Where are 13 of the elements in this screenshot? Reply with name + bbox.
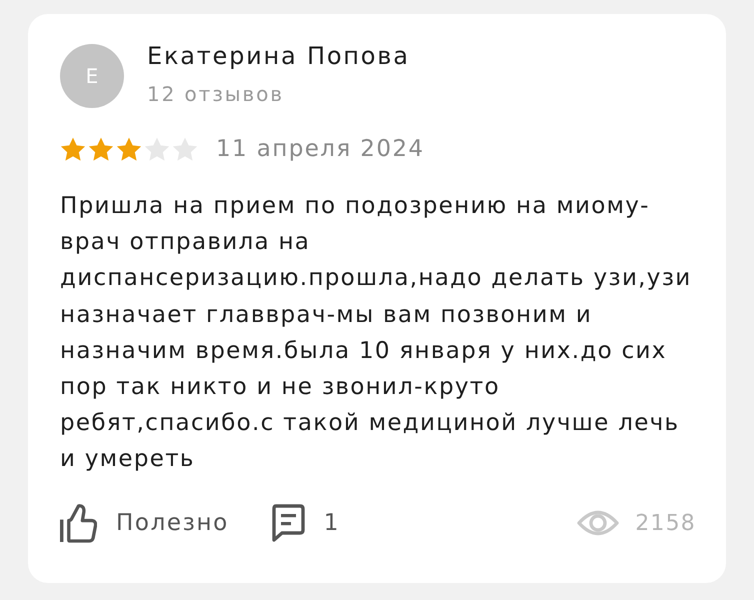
thumbs-up-icon — [60, 504, 97, 543]
comments-button[interactable]: 1 — [270, 504, 340, 542]
author-name[interactable]: Екатерина Попова — [147, 42, 410, 70]
views-count: 2158 — [635, 510, 696, 536]
star-icon — [60, 136, 86, 162]
star-icon — [88, 136, 114, 162]
avatar: Е — [60, 44, 124, 108]
reviews-count: 12 отзывов — [147, 82, 285, 106]
star-icon — [116, 136, 142, 162]
comment-icon — [270, 504, 305, 542]
review-date: 11 апреля 2024 — [216, 136, 424, 162]
review-text: Пришла на прием по подозрению на миому-врач отправила на диспансеризацию.прошла,надо делать узи,узи назначает главврач-мы вам позвоним и назначим время.была 10 января у них.до сих пор так никто и не звонил-круто ребят,спасибо.с такой медициной лучше лечь и умереть — [60, 192, 692, 474]
helpful-button[interactable]: Полезно — [60, 504, 229, 543]
